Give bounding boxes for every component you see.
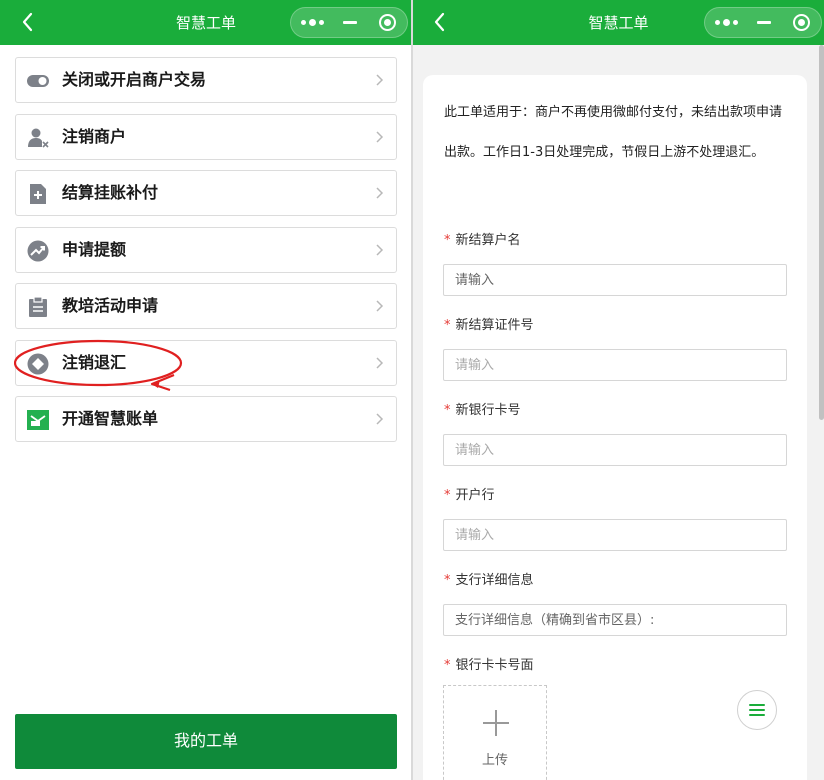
menu-item-settlement[interactable]: 结算挂账补付 — [15, 170, 397, 216]
field-label-bank: * 开户行 — [444, 487, 495, 505]
my-tickets-button[interactable]: 我的工单 — [15, 714, 397, 769]
clipboard-icon — [29, 296, 47, 317]
more-icon[interactable] — [293, 8, 331, 37]
account-name-input[interactable] — [443, 264, 787, 296]
chevron-right-icon — [376, 413, 384, 425]
minimize-icon[interactable] — [745, 8, 783, 37]
minimize-icon[interactable] — [331, 8, 369, 37]
chevron-right-icon — [376, 244, 384, 256]
user-remove-icon — [28, 128, 49, 148]
menu-item-label: 教培活动申请 — [62, 296, 159, 315]
required-mark: * — [444, 233, 451, 248]
menu-item-label: 注销商户 — [62, 127, 127, 146]
chevron-right-icon — [376, 74, 384, 86]
label-text: 新银行卡号 — [455, 403, 521, 418]
label-text: 支行详细信息 — [455, 573, 534, 588]
envelope-icon — [27, 410, 49, 430]
required-mark: * — [444, 658, 451, 673]
menu-item-cancel-merchant[interactable]: 注销商户 — [15, 114, 397, 160]
upload-card-button[interactable]: 上传 — [443, 685, 547, 780]
capsule-menu — [704, 7, 822, 38]
field-label-card-face: * 银行卡卡号面 — [444, 657, 534, 675]
menu-item-toggle-trading[interactable]: 关闭或开启商户交易 — [15, 57, 397, 103]
required-mark: * — [444, 488, 451, 503]
menu-item-label: 结算挂账补付 — [62, 183, 159, 202]
notice-text: 此工单适用于：商户不再使用微邮付支付，未结出款项申请出款。工作日1-3日处理完成… — [444, 105, 783, 160]
required-mark: * — [444, 318, 451, 333]
menu-item-smart-bill[interactable]: 开通智慧账单 — [15, 396, 397, 442]
label-text: 开户行 — [455, 488, 495, 503]
capsule-menu — [290, 7, 408, 38]
label-text: 新结算户名 — [455, 233, 521, 248]
label-text: 银行卡卡号面 — [455, 658, 534, 673]
floating-menu-button[interactable] — [737, 690, 777, 730]
required-mark: * — [444, 403, 451, 418]
menu-item-label: 关闭或开启商户交易 — [62, 70, 207, 89]
right-panel: 智慧工单 此工单适用于：商户不再使用微邮付支付，未结出款项申请出款。工作日1-3… — [413, 0, 824, 780]
add-document-icon — [30, 184, 46, 204]
label-text: 新结算证件号 — [455, 318, 534, 333]
field-label-account-name: * 新结算户名 — [444, 232, 521, 250]
nav-bar: 智慧工单 — [413, 0, 824, 45]
scrollbar[interactable] — [819, 45, 824, 420]
nav-bar: 智慧工单 — [0, 0, 412, 45]
menu-item-raise-limit[interactable]: 申请提额 — [15, 227, 397, 273]
branch-input[interactable] — [443, 604, 787, 636]
bank-input[interactable] — [443, 519, 787, 551]
form-card: 此工单适用于：商户不再使用微邮付支付，未结出款项申请出款。工作日1-3日处理完成… — [423, 75, 807, 780]
chevron-right-icon — [376, 300, 384, 312]
chevron-right-icon — [376, 357, 384, 369]
menu-item-education-activity[interactable]: 教培活动申请 — [15, 283, 397, 329]
trend-up-icon — [27, 240, 49, 262]
left-panel: 智慧工单 关闭或开启商户交易 注销商户 结算挂账补付 申请提额 教培活动申请 注… — [0, 0, 412, 780]
toggle-icon — [27, 75, 49, 87]
chevron-right-icon — [376, 131, 384, 143]
close-icon[interactable] — [782, 8, 820, 37]
annotation-ellipse — [14, 339, 183, 392]
menu-item-label: 申请提额 — [62, 240, 127, 259]
chevron-right-icon — [376, 187, 384, 199]
more-icon[interactable] — [707, 8, 745, 37]
menu-item-label: 开通智慧账单 — [62, 409, 159, 428]
card-number-input[interactable] — [443, 434, 787, 466]
required-mark: * — [444, 573, 451, 588]
field-label-branch: * 支行详细信息 — [444, 572, 534, 590]
plus-icon — [483, 710, 509, 736]
field-label-id-number: * 新结算证件号 — [444, 317, 534, 335]
list-menu-icon — [749, 704, 765, 716]
field-label-card-number: * 新银行卡号 — [444, 402, 521, 420]
close-icon[interactable] — [368, 8, 406, 37]
upload-label: 上传 — [481, 753, 508, 768]
id-number-input[interactable] — [443, 349, 787, 381]
